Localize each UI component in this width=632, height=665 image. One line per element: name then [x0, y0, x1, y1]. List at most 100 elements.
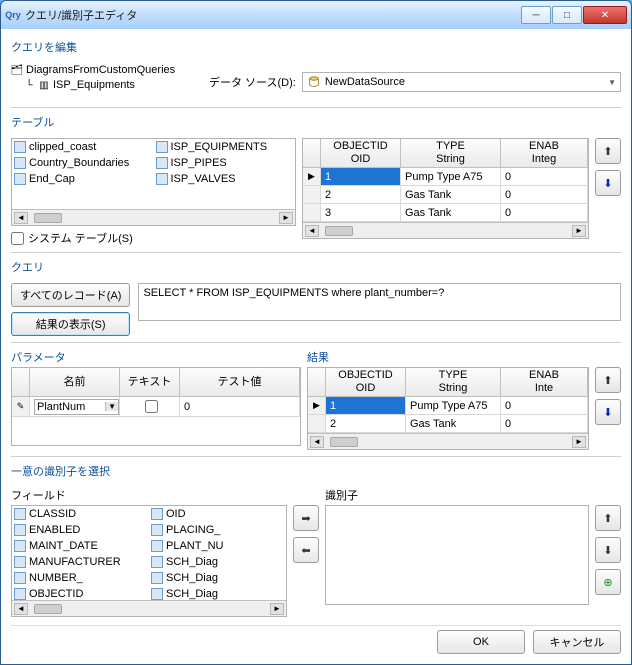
- arrow-up-icon: ⬆: [603, 145, 612, 158]
- datasource-combo[interactable]: NewDataSource ▼: [302, 72, 621, 92]
- list-item: Country_Boundaries: [12, 155, 154, 171]
- arrow-down-icon: ⬇: [603, 544, 612, 557]
- tree-root[interactable]: DiagramsFromCustomQueries: [26, 63, 175, 78]
- list-item: ISP_VALVES: [154, 171, 296, 187]
- table-icon: [14, 141, 26, 153]
- identifier-label: 識別子: [325, 487, 621, 503]
- datasource-icon: [307, 75, 321, 89]
- param-name-combo[interactable]: PlantNum▼: [34, 399, 119, 415]
- table-row[interactable]: ✎ PlantNum▼ 0: [12, 397, 300, 417]
- table-row[interactable]: 2Gas Tank0: [308, 415, 588, 433]
- results-grid[interactable]: OBJECTIDOID TYPEString ENABInte ▶1Pump T…: [307, 367, 589, 450]
- cancel-button[interactable]: キャンセル: [533, 630, 621, 654]
- chevron-down-icon: ▼: [105, 402, 118, 411]
- table-icon: [14, 173, 26, 185]
- field-icon: [14, 572, 26, 584]
- preview-grid[interactable]: OBJECTIDOID TYPEString ENABInteg ▶1Pump …: [302, 138, 589, 239]
- maximize-button[interactable]: □: [552, 6, 582, 24]
- tables-list[interactable]: clipped_coast Country_Boundaries End_Cap…: [11, 138, 296, 226]
- list-item: NUMBER_: [12, 570, 149, 586]
- move-down-button[interactable]: ⬇: [595, 170, 621, 196]
- close-button[interactable]: ✕: [583, 6, 627, 24]
- list-item: SCH_Diag: [149, 554, 286, 570]
- fields-label: フィールド: [11, 487, 287, 503]
- sql-textarea[interactable]: SELECT * FROM ISP_EQUIPMENTS where plant…: [138, 283, 621, 321]
- list-item: MAINT_DATE: [12, 538, 149, 554]
- folder-icon: 🗂: [11, 65, 23, 77]
- parameters-grid[interactable]: 名前 テキスト テスト値 ✎ PlantNum▼ 0: [11, 367, 301, 446]
- move-up-button[interactable]: ⬆: [595, 138, 621, 164]
- titlebar: Qry クエリ/識別子エディタ ─ □ ✕: [1, 1, 631, 29]
- add-id-button[interactable]: ➡: [293, 505, 319, 531]
- hscrollbar[interactable]: ◄►: [12, 600, 286, 616]
- tables-label: テーブル: [11, 114, 621, 130]
- arrow-down-icon: ⬇: [603, 406, 612, 419]
- datasource-label: データ ソース(D):: [209, 74, 296, 90]
- arrow-right-icon: ➡: [301, 512, 310, 525]
- list-item: End_Cap: [12, 171, 154, 187]
- results-label: 結果: [307, 349, 621, 365]
- all-records-button[interactable]: すべてのレコード(A): [11, 283, 130, 307]
- arrow-left-icon: ⬅: [301, 544, 310, 557]
- datasource-value: NewDataSource: [325, 76, 405, 88]
- id-down-button[interactable]: ⬇: [595, 537, 621, 563]
- table-row[interactable]: 2Gas Tank0: [303, 186, 588, 204]
- table-row[interactable]: ▶1Pump Type A750: [303, 168, 588, 186]
- hscrollbar[interactable]: ◄►: [308, 433, 588, 449]
- tree-child[interactable]: ISP_Equipments: [53, 78, 135, 93]
- parameters-label: パラメータ: [11, 349, 301, 365]
- list-item: SCH_Diag: [149, 586, 286, 600]
- list-item: CLASSID: [12, 506, 149, 522]
- remove-id-button[interactable]: ⬅: [293, 537, 319, 563]
- unique-id-label: 一意の識別子を選択: [11, 463, 621, 479]
- param-test-value[interactable]: 0: [180, 397, 300, 417]
- id-up-button[interactable]: ⬆: [595, 505, 621, 531]
- edit-query-label: クエリを編集: [11, 39, 621, 55]
- list-item: MANUFACTURER: [12, 554, 149, 570]
- field-icon: [151, 572, 163, 584]
- table-icon: [156, 157, 168, 169]
- table-row[interactable]: 3Gas Tank0: [303, 204, 588, 222]
- hscrollbar[interactable]: ◄►: [12, 209, 295, 225]
- ok-button[interactable]: OK: [437, 630, 525, 654]
- arrow-down-icon: ⬇: [603, 177, 612, 190]
- list-item: clipped_coast: [12, 139, 154, 155]
- identifiers-list[interactable]: [325, 505, 589, 605]
- arrow-up-icon: ⬆: [603, 512, 612, 525]
- connector-icon: └: [23, 80, 35, 92]
- table-icon: [156, 173, 168, 185]
- field-icon: [14, 556, 26, 568]
- fields-list[interactable]: CLASSID ENABLED MAINT_DATE MANUFACTURER …: [11, 505, 287, 617]
- table-row[interactable]: ▶1Pump Type A750: [308, 397, 588, 415]
- list-item: ISP_EQUIPMENTS: [154, 139, 296, 155]
- field-icon: [14, 588, 26, 600]
- add-button[interactable]: ⊕: [595, 569, 621, 595]
- app-icon: Qry: [5, 7, 21, 23]
- field-icon: [151, 524, 163, 536]
- arrow-up-icon: ⬆: [603, 374, 612, 387]
- hscrollbar[interactable]: ◄►: [303, 222, 588, 238]
- field-icon: [14, 540, 26, 552]
- move-down-button[interactable]: ⬇: [595, 399, 621, 425]
- show-results-button[interactable]: 結果の表示(S): [11, 312, 130, 336]
- list-item: SCH_Diag: [149, 570, 286, 586]
- plus-circle-icon: ⊕: [603, 576, 612, 589]
- list-item: PLACING_: [149, 522, 286, 538]
- window-title: クエリ/識別子エディタ: [25, 7, 521, 23]
- field-icon: [14, 508, 26, 520]
- minimize-button[interactable]: ─: [521, 6, 551, 24]
- list-item: ISP_PIPES: [154, 155, 296, 171]
- field-icon: [151, 588, 163, 600]
- field-icon: [151, 556, 163, 568]
- param-text-checkbox[interactable]: [145, 400, 158, 413]
- list-item: PLANT_NU: [149, 538, 286, 554]
- pencil-icon: ✎: [12, 397, 30, 417]
- list-item: ENABLED: [12, 522, 149, 538]
- field-icon: [151, 508, 163, 520]
- chevron-down-icon: ▼: [608, 78, 616, 87]
- move-up-button[interactable]: ⬆: [595, 367, 621, 393]
- system-tables-checkbox[interactable]: システム テーブル(S): [11, 230, 296, 246]
- table-icon: [156, 141, 168, 153]
- table-icon: [14, 157, 26, 169]
- query-tree[interactable]: 🗂 DiagramsFromCustomQueries └ ▥ ISP_Equi…: [11, 63, 201, 101]
